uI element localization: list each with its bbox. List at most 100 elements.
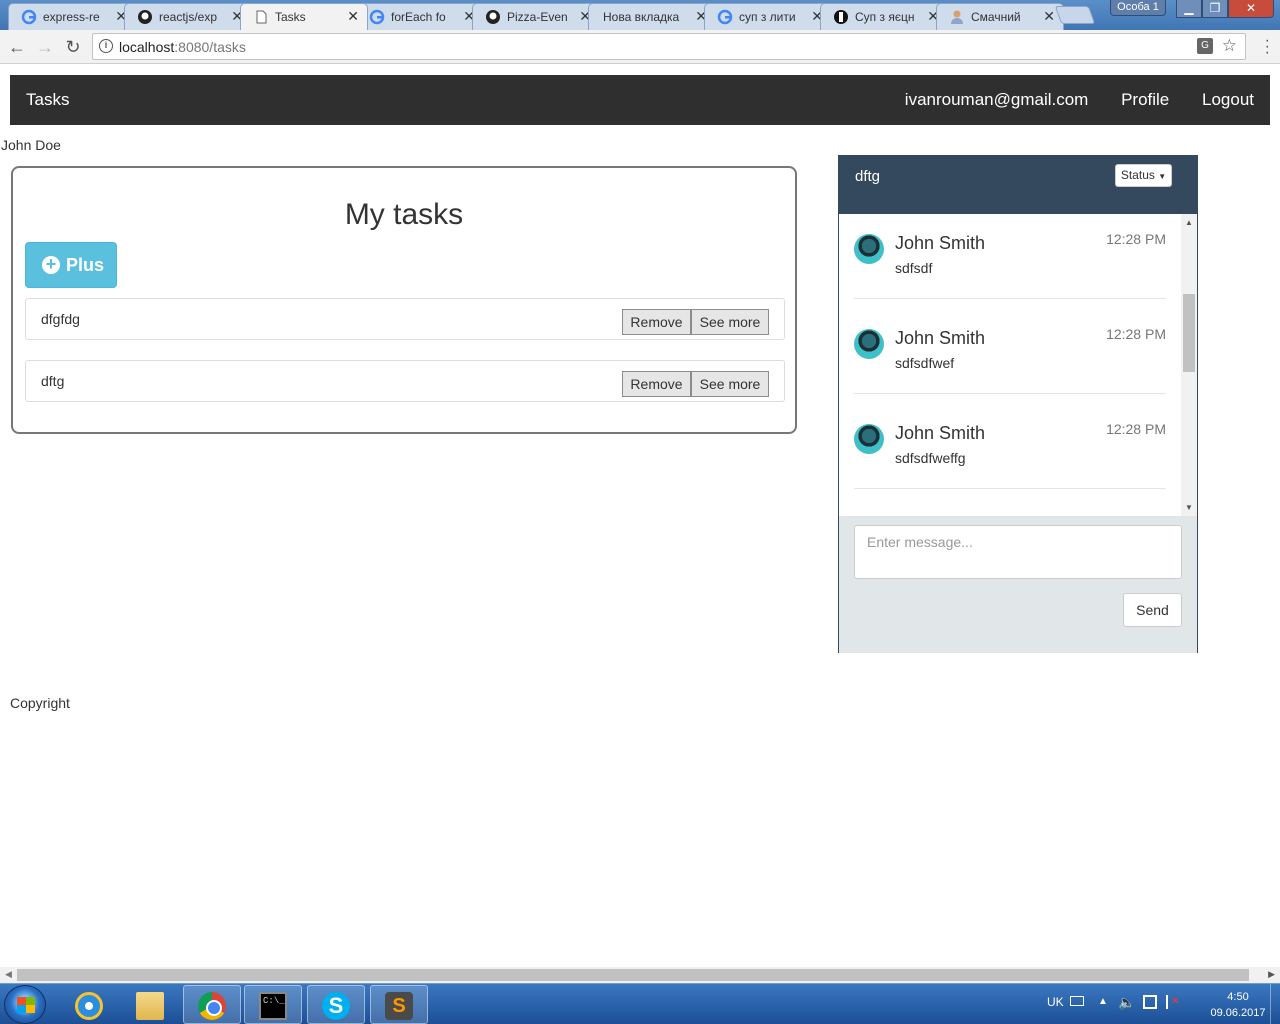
remove-task-button[interactable]: Remove: [622, 371, 691, 397]
scroll-up-arrow-icon[interactable]: ▲: [1185, 218, 1193, 227]
browser-tab-active[interactable]: Tasks ✕: [240, 3, 368, 30]
add-task-button[interactable]: + Plus: [25, 242, 117, 288]
page-horizontal-scrollbar[interactable]: ◀ ▶: [0, 967, 1280, 983]
scrollbar-thumb[interactable]: [17, 969, 1249, 981]
tasks-title: My tasks: [344, 198, 464, 231]
tab-label: Tasks: [275, 10, 306, 24]
system-tray: UK ▲ 🔈 4:50 09.06.2017: [1040, 984, 1280, 1024]
scroll-right-arrow-icon[interactable]: ▶: [1268, 969, 1275, 980]
info-icon[interactable]: i: [99, 39, 113, 53]
footer-copyright: Copyright: [10, 695, 70, 711]
browser-profile-badge[interactable]: Особа 1: [1110, 0, 1166, 16]
forward-arrow-icon[interactable]: →: [34, 36, 56, 58]
browser-menu-icon[interactable]: · · ·: [1265, 33, 1270, 61]
navbar-right: ivanrouman@gmail.com Profile Logout: [877, 90, 1254, 110]
internet-explorer-icon: [75, 992, 103, 1020]
chat-scrollbar[interactable]: ▲ ▼: [1181, 214, 1197, 516]
clock[interactable]: 4:50 09.06.2017: [1200, 989, 1276, 1021]
skype-icon: S: [322, 992, 350, 1020]
clock-time: 4:50: [1227, 991, 1249, 1003]
tab-label: reactjs/exp: [159, 10, 218, 24]
scroll-left-arrow-icon[interactable]: ◀: [5, 969, 12, 980]
browser-tab[interactable]: Нова вкладка ✕: [588, 3, 716, 30]
navbar-brand[interactable]: Tasks: [26, 90, 69, 110]
window-close-button[interactable]: ✕: [1228, 0, 1274, 18]
remove-task-button[interactable]: Remove: [622, 309, 691, 335]
close-tab-icon[interactable]: ✕: [347, 8, 359, 25]
navbar-email-link[interactable]: ivanrouman@gmail.com: [905, 90, 1089, 109]
windows-logo-icon-lower: [17, 1005, 35, 1013]
url-path: :8080/tasks: [174, 39, 246, 55]
network-icon[interactable]: [1143, 995, 1157, 1009]
profile-icon: [949, 9, 965, 25]
bookmark-star-icon[interactable]: ☆: [1222, 36, 1237, 56]
taskbar-chrome[interactable]: [183, 985, 241, 1024]
google-icon: [717, 9, 733, 25]
plus-circle-icon: +: [42, 255, 60, 274]
navbar-profile-link[interactable]: Profile: [1121, 90, 1169, 109]
scrollbar-thumb[interactable]: [1183, 294, 1195, 372]
action-center-flag-icon[interactable]: [1166, 995, 1180, 1009]
taskbar-file-explorer[interactable]: [121, 985, 179, 1024]
chat-message: John Smith 12:28 PM sdfsdf: [854, 214, 1166, 299]
github-icon: [485, 9, 501, 25]
volume-icon[interactable]: 🔈: [1118, 994, 1135, 1011]
browser-tab[interactable]: Суп з яєцн ✕: [820, 3, 948, 30]
message-input[interactable]: [854, 525, 1182, 579]
message-text: sdfsdf: [895, 260, 933, 276]
status-label: Status: [1120, 168, 1155, 182]
tab-label: express-re: [43, 10, 100, 24]
avatar: [854, 329, 884, 359]
current-user-name: John Doe: [1, 137, 61, 153]
chat-composer: Send: [839, 516, 1197, 653]
task-name: dfgfdg: [41, 311, 80, 327]
browser-tab[interactable]: forEach fo ✕: [356, 3, 484, 30]
message-time: 12:28 PM: [1106, 231, 1166, 247]
browser-tab[interactable]: express-re ✕: [8, 3, 136, 30]
task-row: dftg Remove See more: [25, 360, 785, 402]
taskbar-sublime-text[interactable]: S: [370, 985, 428, 1024]
language-indicator[interactable]: UK: [1047, 995, 1064, 1009]
new-tab-button[interactable]: [1054, 6, 1096, 24]
chat-message: John Smith 12:28 PM sdfsdfwef: [854, 299, 1166, 394]
status-dropdown-button[interactable]: Status ▼: [1115, 164, 1172, 187]
task-row: dfgfdg Remove See more: [25, 298, 785, 340]
url-host: localhost: [119, 39, 175, 55]
start-button[interactable]: [4, 985, 46, 1024]
google-icon: [369, 9, 385, 25]
taskbar-skype[interactable]: S: [307, 985, 365, 1024]
chat-message-list[interactable]: John Smith 12:28 PM sdfsdf John Smith 12…: [839, 214, 1197, 516]
browser-tab[interactable]: Смачний ✕: [936, 3, 1064, 30]
minimize-button[interactable]: ▁: [1176, 0, 1202, 18]
taskbar-internet-explorer[interactable]: [60, 985, 118, 1024]
browser-tab[interactable]: reactjs/exp ✕: [124, 3, 252, 30]
back-arrow-icon[interactable]: ←: [6, 36, 28, 58]
show-desktop-button[interactable]: [1270, 984, 1280, 1024]
command-prompt-icon: C:\_: [259, 992, 287, 1020]
reload-icon[interactable]: ↻: [62, 36, 84, 58]
google-icon: [21, 9, 37, 25]
navbar-logout-link[interactable]: Logout: [1202, 90, 1254, 109]
address-url[interactable]: localhost:8080/tasks: [119, 39, 246, 55]
chat-title: dftg: [855, 168, 881, 185]
translate-icon[interactable]: G: [1197, 38, 1213, 54]
message-author: John Smith: [895, 233, 986, 253]
chat-header: dftg Status ▼: [839, 156, 1197, 214]
avatar: [854, 234, 884, 264]
address-bar[interactable]: i localhost:8080/tasks G ☆: [92, 33, 1246, 60]
taskbar-command-prompt[interactable]: C:\_: [244, 985, 302, 1024]
message-author: John Smith: [895, 328, 986, 348]
keyboard-icon[interactable]: [1070, 996, 1084, 1006]
browser-tab[interactable]: Pizza-Even ✕: [472, 3, 600, 30]
add-task-label: Plus: [66, 255, 105, 275]
close-tab-icon[interactable]: ✕: [1043, 8, 1055, 25]
site-icon: [833, 9, 849, 25]
send-button[interactable]: Send: [1123, 593, 1182, 627]
show-hidden-icons-icon[interactable]: ▲: [1098, 996, 1108, 1007]
browser-tab[interactable]: суп з лити ✕: [704, 3, 832, 30]
see-more-button[interactable]: See more: [691, 371, 769, 397]
maximize-button[interactable]: ❐: [1202, 0, 1228, 18]
scroll-down-arrow-icon[interactable]: ▼: [1185, 503, 1193, 512]
message-text: sdfsdfwef: [895, 355, 955, 371]
see-more-button[interactable]: See more: [691, 309, 769, 335]
